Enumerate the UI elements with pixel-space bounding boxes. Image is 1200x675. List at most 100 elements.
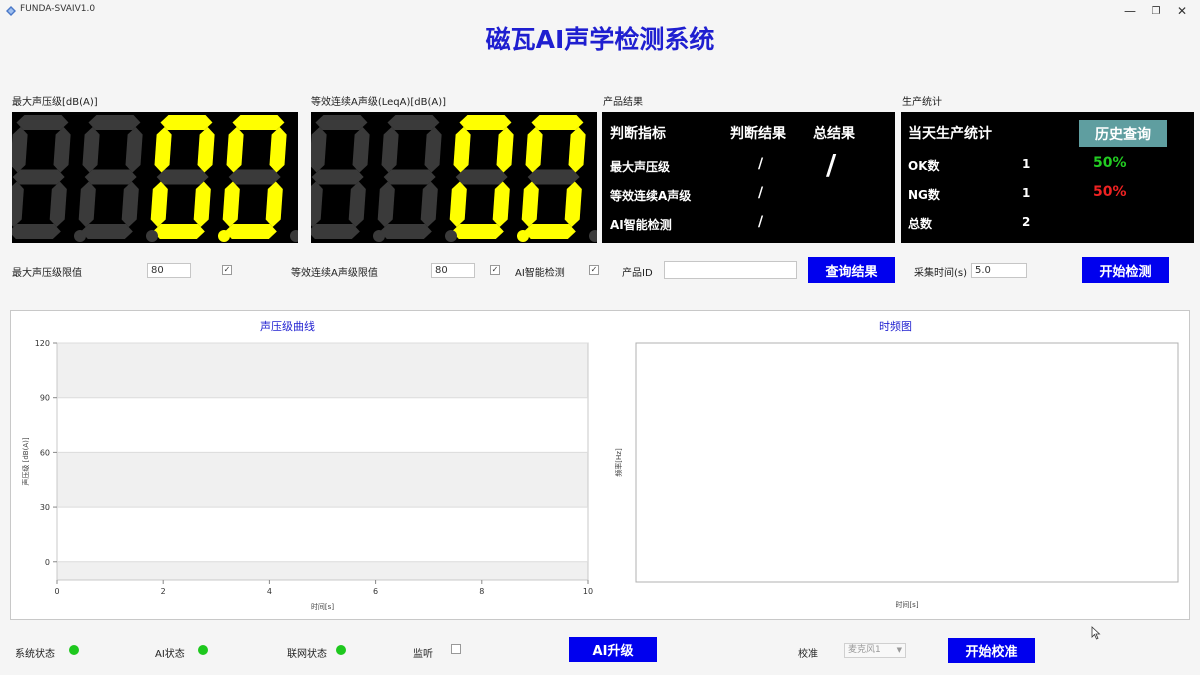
leq-limit-checkbox[interactable]: ✓	[490, 265, 500, 275]
segment-f	[12, 127, 28, 173]
ai-detect-checkbox[interactable]: ✓	[589, 265, 599, 275]
app-logo-icon	[6, 6, 16, 16]
segment-a	[160, 115, 213, 130]
segment-b	[568, 127, 586, 173]
restore-button[interactable]: ❐	[1143, 2, 1169, 20]
decimal-point	[146, 230, 158, 242]
plot-band	[57, 561, 588, 580]
ng-percent-value: 50%	[1093, 184, 1127, 200]
spectrogram-chart: 时间[s] 频率[Hz]	[614, 342, 1179, 609]
x-axis-label: 时间[s]	[311, 602, 334, 611]
segment-d	[523, 224, 576, 239]
query-result-button[interactable]: 查询结果	[808, 257, 895, 283]
segment-b	[269, 127, 287, 173]
system-status-label: 系统状态	[15, 649, 55, 660]
segment-e	[222, 181, 240, 227]
spl-chart-title: 声压级曲线	[260, 320, 315, 333]
mic-select[interactable]: 麦克风1 ▼	[844, 643, 906, 658]
segment-c	[193, 181, 211, 227]
y-axis-label: 声压级 [dB(A)]	[21, 437, 30, 485]
segment-e	[12, 181, 24, 227]
segment-e	[311, 181, 323, 227]
seven-segment-digit-0	[311, 115, 370, 239]
segment-g	[156, 169, 209, 185]
x-tick-label: 8	[479, 587, 484, 596]
seven-segment-digit-3	[521, 115, 586, 239]
segment-c	[121, 181, 139, 227]
segment-d	[152, 224, 205, 239]
history-query-button[interactable]: 历史查询	[1079, 120, 1167, 147]
ok-count-value: 1	[1022, 157, 1031, 171]
segment-e	[377, 181, 395, 227]
result-row-name: 等效连续A声级	[610, 189, 692, 203]
leq-digits	[311, 115, 597, 242]
leq-display	[311, 112, 597, 243]
ok-percent-value: 50%	[1093, 155, 1127, 171]
title-bar	[0, 0, 1200, 22]
total-result-value: /	[826, 148, 837, 181]
ai-detect-label: AI智能检测	[515, 268, 565, 279]
ai-upgrade-button[interactable]: AI升级	[569, 637, 657, 662]
segment-a	[232, 115, 285, 130]
max-spl-digits	[12, 115, 298, 242]
x-tick-label: 2	[161, 587, 166, 596]
result-header-metric: 判断指标	[610, 126, 666, 142]
decimal-point	[517, 230, 529, 242]
result-row-value: /	[758, 214, 764, 230]
ai-status-indicator	[198, 645, 208, 655]
sample-time-input[interactable]: 5.0	[971, 263, 1027, 278]
segment-e	[78, 181, 96, 227]
app-name: FUNDA-SVAIV1.0	[20, 4, 96, 14]
ng-count-label: NG数	[908, 188, 940, 202]
leq-limit-label: 等效连续A声级限值	[291, 268, 378, 279]
segment-b	[125, 127, 143, 173]
seven-segment-digit-1	[78, 115, 143, 239]
segment-c	[265, 181, 283, 227]
spl-chart: 120 90 60 30 0 0 2 4 6 8 10 时间[s] 声压级 [dB(A)]	[21, 339, 593, 611]
close-button[interactable]: ✕	[1169, 2, 1195, 20]
max-limit-checkbox[interactable]: ✓	[222, 265, 232, 275]
seven-segment-digit-0	[12, 115, 71, 239]
spectrogram-plot-area	[635, 342, 1179, 583]
segment-c	[420, 181, 438, 227]
product-id-input[interactable]	[664, 261, 797, 279]
x-tick-label: 0	[54, 587, 59, 596]
mouse-cursor-icon	[1091, 626, 1101, 640]
spectrogram-title: 时频图	[879, 320, 912, 333]
segment-g	[455, 169, 508, 185]
leq-label: 等效连续A声级(LeqA)[dB(A)]	[311, 97, 447, 108]
segment-a	[387, 115, 440, 130]
production-stats-label: 生产统计	[902, 97, 942, 108]
start-detect-button[interactable]: 开始检测	[1082, 257, 1169, 283]
minimize-button[interactable]: —	[1117, 2, 1143, 20]
segment-f	[311, 127, 327, 173]
segment-b	[352, 127, 370, 173]
segment-g	[383, 169, 436, 185]
calibrate-label: 校准	[798, 649, 818, 660]
result-row-value: /	[758, 156, 764, 172]
decimal-point	[290, 230, 298, 242]
start-calibrate-button[interactable]: 开始校准	[948, 638, 1035, 663]
network-status-indicator	[336, 645, 346, 655]
max-limit-input[interactable]: 80	[147, 263, 191, 278]
segment-f	[154, 127, 172, 173]
leq-limit-input[interactable]: 80	[431, 263, 475, 278]
total-count-label: 总数	[908, 217, 933, 231]
segment-a	[531, 115, 584, 130]
max-spl-label: 最大声压级[dB(A)]	[12, 97, 98, 108]
decimal-point	[218, 230, 230, 242]
segment-d	[224, 224, 277, 239]
product-id-label: 产品ID	[622, 268, 653, 279]
mic-select-value: 麦克风1	[848, 645, 881, 655]
x-tick-label: 10	[583, 587, 593, 596]
result-header-result: 判断结果	[730, 126, 786, 142]
decimal-point	[373, 230, 385, 242]
result-row-name: AI智能检测	[610, 218, 672, 232]
result-row-value: /	[758, 185, 764, 201]
segment-g	[84, 169, 137, 185]
y-tick-label: 0	[45, 558, 50, 567]
chevron-down-icon: ▼	[896, 646, 902, 654]
monitor-checkbox[interactable]	[451, 644, 461, 654]
segment-c	[492, 181, 510, 227]
segment-a	[16, 115, 69, 130]
